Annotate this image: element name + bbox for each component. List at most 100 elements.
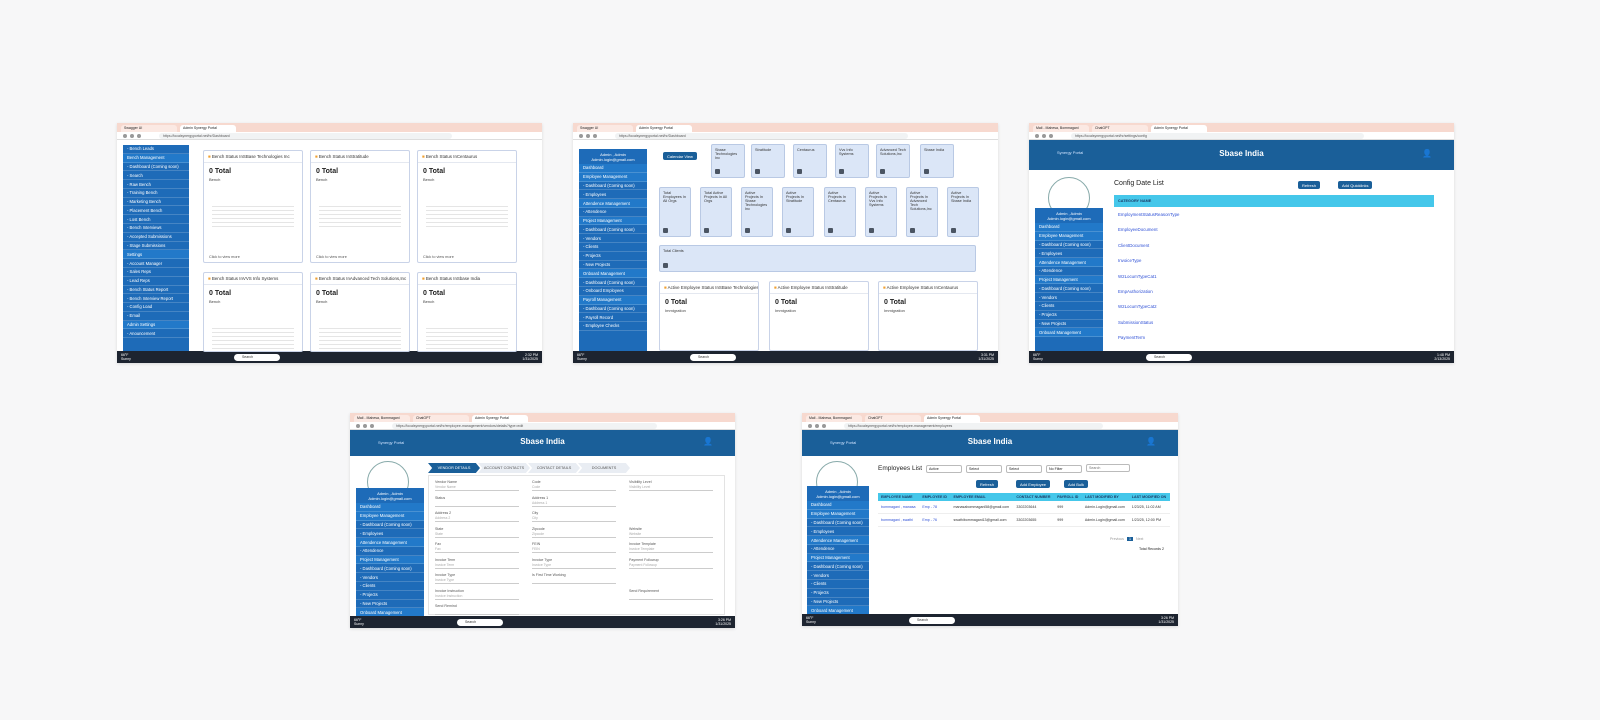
sidebar-item[interactable]: - Attendence [807, 545, 869, 554]
taskbar-search[interactable]: Search [908, 616, 955, 624]
url-field[interactable]: https://localsynergyportal.net/hr/Dashbo… [159, 132, 453, 139]
browser-tab[interactable]: Swagger UI [577, 125, 633, 132]
config-row[interactable]: SubmissionStatus [1118, 320, 1153, 325]
wizard-step[interactable]: DOCUMENTS [578, 463, 630, 473]
stat-tile[interactable]: Active Projects In Advanced Tech Solutio… [906, 187, 938, 237]
table-cell[interactable]: bommagani , manasa [878, 501, 920, 514]
config-row[interactable]: W2LocumTypeCat2 [1118, 304, 1157, 309]
form-input[interactable]: Code [532, 485, 616, 491]
taskbar-search[interactable]: Search [689, 353, 736, 361]
sidebar-item[interactable]: - Projects [579, 252, 647, 261]
stat-tile[interactable]: Active Projects In Sbase Technologies In… [741, 187, 773, 237]
sidebar-item[interactable]: - Dashboard (Coming soon) [579, 305, 647, 314]
filter-select-1[interactable]: Select [966, 465, 1002, 473]
stat-tile[interactable]: Active Projects In Stratitude [782, 187, 814, 237]
sidebar-item[interactable]: - Payroll Record [579, 313, 647, 323]
sidebar-item[interactable]: Attendence Management [1035, 258, 1103, 267]
sidebar-item[interactable]: - Employees [807, 527, 869, 537]
stat-tile[interactable]: Active Projects In Centaurus [824, 187, 856, 237]
form-input[interactable]: Vendor Name [435, 485, 519, 491]
bench-status-card[interactable]: ■ Bench Status InCentaurus 0 Total Bench Cl… [417, 150, 517, 263]
sidebar-item[interactable]: Settings [123, 250, 189, 260]
browser-tab-active[interactable]: Admin Synergy Portal [636, 125, 692, 132]
browser-tab-active[interactable]: Admin Synergy Portal [924, 415, 980, 422]
sidebar-item[interactable]: - New Projects [579, 261, 647, 270]
url-field[interactable]: https://localsynergyportal.net/hr/employ… [392, 422, 658, 429]
sidebar-item[interactable]: - New Projects [1035, 320, 1103, 329]
sidebar-item[interactable]: - Projects [1035, 311, 1103, 320]
sidebar-item[interactable]: - Bench Interviews [123, 224, 189, 233]
browser-tab[interactable]: Swagger UI [121, 125, 177, 132]
browser-tab-active[interactable]: Admin Synergy Portal [180, 125, 236, 132]
sidebar-item[interactable]: - Dashboard (Coming soon) [356, 521, 424, 530]
org-tile[interactable]: Sbase Technologies Inc [711, 144, 745, 178]
stat-tile[interactable]: Total Active Projects In All Orgs [700, 187, 732, 237]
stat-tile[interactable]: Active Projects In Sbase India [947, 187, 979, 237]
form-input[interactable]: Address 2 [435, 516, 519, 522]
sidebar-item[interactable]: - Dashboard (Coming soon) [1035, 241, 1103, 250]
sidebar-item[interactable]: Onboard Management [1035, 328, 1103, 338]
sidebar-item[interactable]: - Lost Bench [123, 215, 189, 225]
sidebar-item[interactable]: - Vendors [807, 571, 869, 581]
sidebar-item[interactable]: Attendence Management [579, 199, 647, 208]
url-field[interactable]: https://localsynergyportal.net/hr/Dashbo… [615, 132, 909, 139]
sidebar-item[interactable]: - New Projects [807, 598, 869, 607]
employee-status-card[interactable]: ■ Active Employee Status InSBase Technol… [659, 281, 759, 351]
sidebar-item[interactable]: - Clients [579, 243, 647, 252]
sidebar-item[interactable]: - Dashboard (Coming soon) [1035, 284, 1103, 294]
browser-tab[interactable]: ChatGPT [413, 415, 469, 422]
form-input[interactable]: Invoice Instruction [435, 594, 519, 600]
sidebar-item[interactable]: Dashboard [1035, 223, 1103, 232]
nav-buttons[interactable] [1035, 133, 1053, 138]
sidebar-item[interactable]: - Clients [807, 580, 869, 589]
taskbar-search[interactable]: Search [1145, 353, 1192, 361]
view-more-link[interactable]: Click to view more [209, 255, 240, 259]
sidebar-item[interactable]: - Accepted Submissions [123, 233, 189, 242]
sidebar-item[interactable]: - Clients [1035, 302, 1103, 311]
sidebar-item[interactable]: - Anouncement [123, 329, 189, 339]
form-input[interactable]: City [532, 516, 616, 522]
config-row[interactable]: EmployeeDocument [1118, 227, 1158, 232]
taskbar-search[interactable]: Search [456, 618, 503, 626]
wizard-step[interactable]: CONTACT DETAILS [528, 463, 580, 473]
config-row[interactable]: ClientDocument [1118, 243, 1149, 248]
sidebar-item[interactable]: Attendence Management [807, 536, 869, 545]
table-cell[interactable]: Emp - 76 [919, 513, 951, 527]
employee-status-card[interactable]: ■ Active Employee Status InStratitude 0 T… [769, 281, 869, 351]
no-filter-select[interactable]: No Filter [1046, 465, 1082, 473]
org-tile[interactable]: Vvs Info Systems [835, 144, 869, 178]
sidebar-item[interactable]: - Attendence [579, 208, 647, 217]
user-menu-icon[interactable]: 👤 [703, 437, 713, 446]
sidebar-item[interactable]: Dashboard [356, 503, 424, 512]
column-header[interactable]: PAYROLL ID [1054, 493, 1082, 501]
sidebar-item[interactable]: - Vendors [1035, 293, 1103, 303]
column-header[interactable]: CATEGORY NAME [1114, 195, 1434, 207]
browser-tab[interactable]: Mail - Mahesa, Bommagani [354, 415, 410, 422]
sidebar-item[interactable]: - Employees [1035, 249, 1103, 259]
sidebar-item[interactable]: - Stage Submissions [123, 242, 189, 251]
org-tile[interactable]: Advanced Tech Solutions,Inc [876, 144, 910, 178]
browser-tab-active[interactable]: Admin Synergy Portal [1151, 125, 1207, 132]
sidebar-item[interactable]: - New Projects [356, 600, 424, 609]
bench-status-card[interactable]: ■ Bench Status InAdvanced Tech Solutions… [310, 272, 410, 352]
nav-buttons[interactable] [579, 133, 597, 138]
user-menu-icon[interactable]: 👤 [1146, 437, 1156, 446]
bench-status-card[interactable]: ■ Bench Status InStratitude 0 Total Bench C… [310, 150, 410, 263]
org-tile[interactable]: Stratitude [751, 144, 785, 178]
sidebar-item[interactable]: Payroll Management [579, 295, 647, 305]
table-cell[interactable]: bommagani , swathi [878, 513, 920, 527]
browser-tab[interactable]: Mail - Mahesa, Bommagani [1033, 125, 1089, 132]
stat-tile[interactable]: Total Employees In All Orgs [659, 187, 691, 237]
sidebar-item[interactable]: - Sales Reps [123, 268, 189, 277]
total-clients-tile[interactable]: Total Clients [659, 245, 976, 272]
form-input[interactable]: State [435, 532, 519, 538]
form-input[interactable] [629, 594, 713, 600]
prev-button[interactable]: Previous [1110, 537, 1124, 541]
sidebar-item[interactable]: - Employees [579, 190, 647, 200]
form-input[interactable]: Payment Followup [629, 563, 713, 569]
sidebar-item[interactable]: - Email [123, 312, 189, 321]
browser-tab-active[interactable]: Admin Synergy Portal [472, 415, 528, 422]
sidebar-item[interactable]: Onboard Management [579, 269, 647, 279]
sidebar-item[interactable]: - Vendors [356, 573, 424, 583]
sidebar-item[interactable]: - Dashboard (Coming soon) [579, 278, 647, 287]
